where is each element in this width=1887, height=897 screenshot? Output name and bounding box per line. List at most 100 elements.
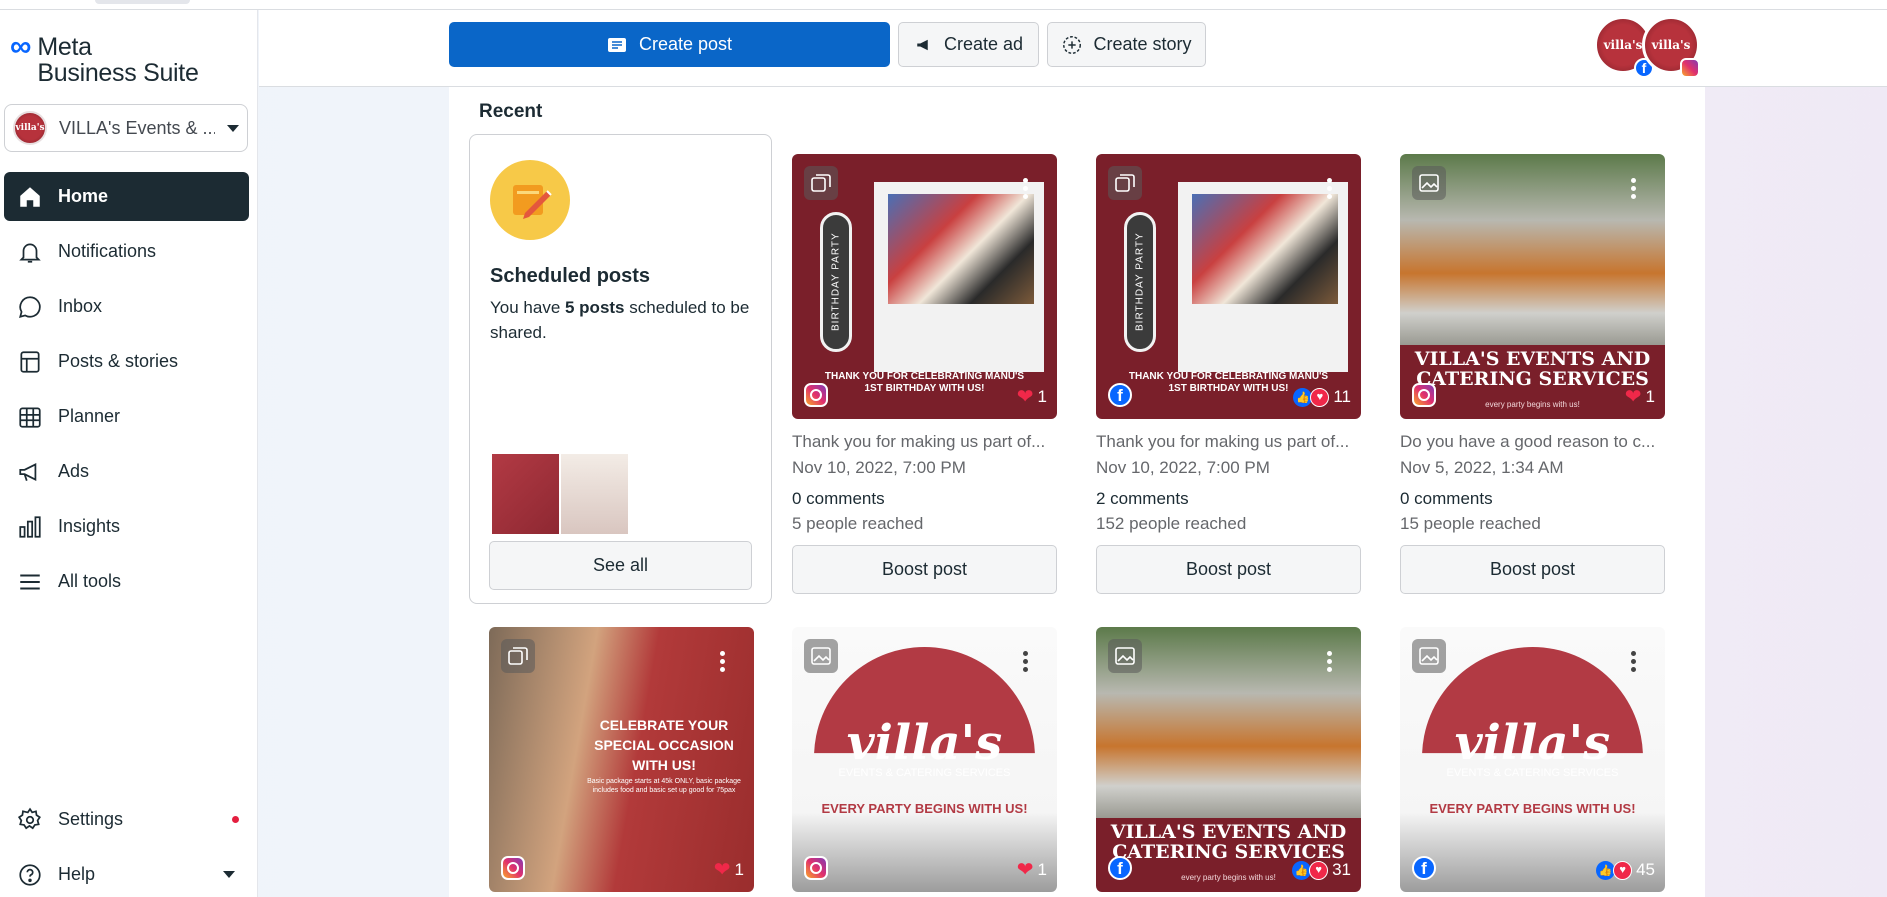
account-switcher[interactable]: villa's VILLA's Events & ... bbox=[4, 104, 248, 152]
post-caption: Thank you for making us part of... bbox=[1096, 432, 1350, 451]
post-image[interactable]: villa's EVENTS & CATERING SERVICES EVERY… bbox=[792, 627, 1057, 892]
linked-profiles[interactable]: villa's f villa's bbox=[1594, 16, 1706, 80]
sidebar-item-insights[interactable]: Insights bbox=[4, 502, 249, 551]
more-options-icon[interactable] bbox=[720, 651, 726, 672]
more-options-icon[interactable] bbox=[1023, 651, 1029, 672]
post-card[interactable]: villa's EVENTS & CATERING SERVICES EVERY… bbox=[1400, 627, 1665, 892]
post-card[interactable]: BIRTHDAY PARTY THANK YOU FOR CELEBRATING… bbox=[1096, 154, 1361, 594]
birthday-party-pill: BIRTHDAY PARTY bbox=[820, 212, 852, 352]
post-date: Nov 10, 2022, 7:00 PM bbox=[792, 458, 966, 477]
image-caption: VILLA'S EVENTS AND CATERING SERVICES bbox=[1414, 348, 1651, 390]
notification-dot bbox=[232, 816, 239, 823]
image-caption: VILLA'S EVENTS AND CATERING SERVICES bbox=[1110, 821, 1347, 863]
post-card[interactable]: VILLA'S EVENTS AND CATERING SERVICES eve… bbox=[1400, 154, 1665, 594]
meta-business-suite-logo[interactable]: ∞ Meta Business Suite bbox=[10, 32, 199, 87]
sidebar-item-settings[interactable]: Settings bbox=[4, 795, 249, 844]
sidebar-item-label: Posts & stories bbox=[58, 351, 179, 371]
more-options-icon[interactable] bbox=[1023, 178, 1029, 199]
scheduled-thumbnails[interactable] bbox=[492, 454, 628, 534]
post-card[interactable]: BIRTHDAY PARTY THANK YOU FOR CELEBRATING… bbox=[792, 154, 1057, 594]
post-comments: 0 comments bbox=[1400, 489, 1493, 508]
reactions: 👍 ♥ 31 bbox=[1292, 860, 1351, 880]
heart-icon: ❤ bbox=[1016, 859, 1034, 881]
megaphone-icon bbox=[917, 39, 928, 50]
see-all-button[interactable]: See all bbox=[489, 541, 752, 590]
logo-tagline: EVERY PARTY BEGINS WITH US! bbox=[821, 801, 1028, 816]
sidebar-item-all-tools[interactable]: All tools bbox=[4, 557, 249, 606]
sidebar-item-posts-stories[interactable]: Posts & stories bbox=[4, 337, 249, 386]
more-options-icon[interactable] bbox=[1327, 178, 1333, 199]
carousel-icon bbox=[1108, 166, 1142, 200]
create-post-button[interactable]: Create post bbox=[449, 22, 890, 67]
create-ad-button[interactable]: Create ad bbox=[898, 22, 1039, 67]
post-card[interactable]: VILLA'S EVENTS AND CATERING SERVICES eve… bbox=[1096, 627, 1361, 892]
chevron-down-icon[interactable] bbox=[223, 871, 235, 878]
boost-post-button[interactable]: Boost post bbox=[1096, 545, 1361, 594]
more-options-icon[interactable] bbox=[1631, 651, 1637, 672]
sidebar-item-help[interactable]: Help bbox=[4, 850, 249, 897]
image-caption: CELEBRATE YOUR SPECIAL OCCASION WITH US! bbox=[594, 717, 734, 773]
create-ad-label: Create ad bbox=[943, 34, 1024, 54]
more-options-icon[interactable] bbox=[1631, 178, 1637, 199]
question-icon bbox=[16, 861, 44, 889]
post-caption: Do you have a good reason to c... bbox=[1400, 432, 1656, 451]
sidebar-item-home[interactable]: Home bbox=[4, 172, 249, 221]
sidebar-item-label: Ads bbox=[58, 461, 90, 481]
main-nav: Home Notifications Inbox Posts & stories… bbox=[4, 172, 249, 612]
love-icon: ♥ bbox=[1309, 860, 1329, 880]
post-image[interactable]: villa's EVENTS & CATERING SERVICES EVERY… bbox=[1400, 627, 1665, 892]
party-photo bbox=[1192, 194, 1338, 304]
megaphone-icon bbox=[16, 458, 44, 486]
carousel-icon bbox=[501, 639, 535, 673]
account-avatar: villa's bbox=[13, 111, 47, 145]
sidebar-item-notifications[interactable]: Notifications bbox=[4, 227, 249, 276]
reaction-count: 1 bbox=[1037, 387, 1047, 406]
heart-icon: ❤ bbox=[713, 859, 731, 881]
logo-tagline: EVERY PARTY BEGINS WITH US! bbox=[1429, 801, 1636, 816]
heart-icon: ❤ bbox=[1624, 386, 1642, 408]
post-date: Nov 5, 2022, 1:34 AM bbox=[1400, 458, 1564, 477]
post-image[interactable]: BIRTHDAY PARTY THANK YOU FOR CELEBRATING… bbox=[792, 154, 1057, 419]
instagram-icon bbox=[1680, 58, 1700, 78]
reaction-count: 1 bbox=[1037, 860, 1047, 879]
post-card[interactable]: CELEBRATE YOUR SPECIAL OCCASION WITH US!… bbox=[489, 627, 754, 892]
reaction-count: 11 bbox=[1333, 387, 1351, 406]
tab-nub bbox=[95, 0, 190, 4]
sidebar-item-label: All tools bbox=[58, 571, 122, 591]
chevron-down-icon bbox=[227, 124, 239, 132]
post-image[interactable]: CELEBRATE YOUR SPECIAL OCCASION WITH US!… bbox=[489, 627, 754, 892]
reactions: ❤ 1 bbox=[1017, 387, 1047, 407]
bell-icon bbox=[16, 238, 44, 266]
scheduled-count: 5 posts bbox=[565, 298, 625, 317]
more-options-icon[interactable] bbox=[1327, 651, 1333, 672]
sidebar-item-inbox[interactable]: Inbox bbox=[4, 282, 249, 331]
create-story-label: Create story bbox=[1093, 34, 1192, 54]
post-image[interactable]: BIRTHDAY PARTY THANK YOU FOR CELEBRATING… bbox=[1096, 154, 1361, 419]
boost-post-button[interactable]: Boost post bbox=[1400, 545, 1665, 594]
sidebar-item-label: Home bbox=[58, 186, 109, 206]
post-card[interactable]: villa's EVENTS & CATERING SERVICES EVERY… bbox=[792, 627, 1057, 892]
post-caption: Thank you for making us part of... bbox=[792, 432, 1046, 451]
photo-icon bbox=[1108, 639, 1142, 673]
create-story-button[interactable]: Create story bbox=[1047, 22, 1206, 67]
post-reach: 5 people reached bbox=[792, 514, 924, 533]
main-content: Recent Scheduled posts You have 5 posts … bbox=[449, 87, 1705, 897]
sidebar-item-ads[interactable]: Ads bbox=[4, 447, 249, 496]
top-bar: Create post Create ad Create story villa… bbox=[259, 10, 1887, 87]
carousel-icon bbox=[804, 166, 838, 200]
boost-post-button[interactable]: Boost post bbox=[792, 545, 1057, 594]
reactions: ❤ 1 bbox=[1625, 387, 1655, 407]
sidebar-item-label: Insights bbox=[58, 516, 121, 536]
scheduled-text-before: You have bbox=[490, 298, 565, 317]
logo-subtitle: EVENTS & CATERING SERVICES bbox=[838, 767, 1011, 779]
sidebar-item-planner[interactable]: Planner bbox=[4, 392, 249, 441]
logo-subtitle: EVENTS & CATERING SERVICES bbox=[1446, 767, 1619, 779]
menu-icon bbox=[16, 568, 44, 596]
post-image[interactable]: VILLA'S EVENTS AND CATERING SERVICES eve… bbox=[1096, 627, 1361, 892]
browser-top-strip bbox=[0, 0, 1887, 10]
add-story-icon bbox=[1063, 35, 1082, 54]
sidebar-item-label: Planner bbox=[58, 406, 121, 426]
scheduled-illustration-icon bbox=[490, 160, 570, 240]
post-image[interactable]: VILLA'S EVENTS AND CATERING SERVICES eve… bbox=[1400, 154, 1665, 419]
scheduled-text: You have 5 posts scheduled to be shared. bbox=[490, 295, 760, 345]
